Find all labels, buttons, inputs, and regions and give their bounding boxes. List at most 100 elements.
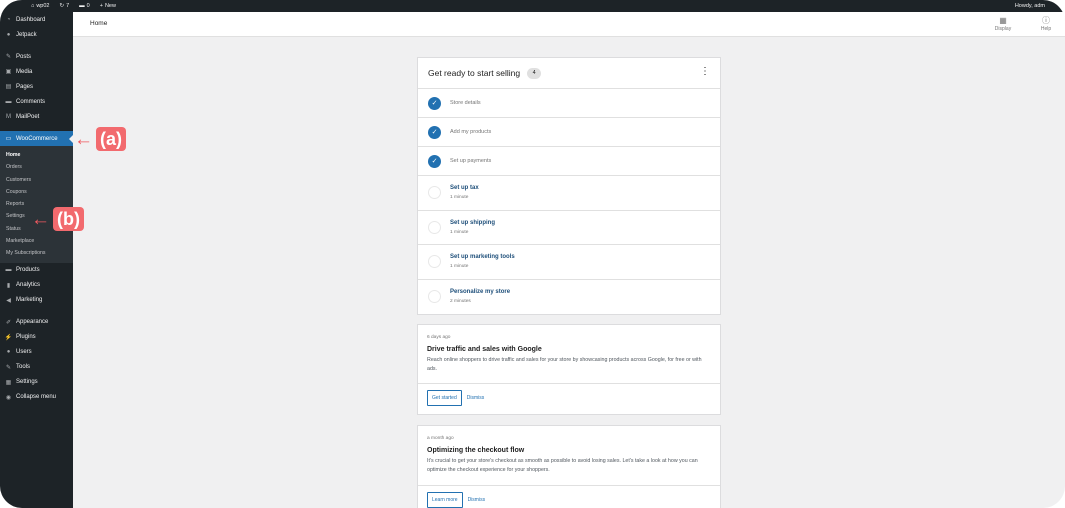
empty-circle-icon: [428, 255, 441, 269]
comments-link[interactable]: ▬ 0: [74, 3, 95, 9]
task-item-store-details[interactable]: ✓ Store details: [418, 89, 720, 118]
empty-circle-icon: [428, 220, 441, 234]
sidebar-item-tools[interactable]: ✎ Tools: [0, 360, 73, 375]
annotation-label: (b): [53, 207, 84, 231]
submenu-item-marketplace[interactable]: Marketplace: [0, 235, 73, 247]
note-body: It's crucial to get your store's checkou…: [427, 458, 698, 473]
display-button[interactable]: ▦ Display: [990, 16, 1016, 32]
site-name-link[interactable]: ⌂ wp02: [26, 3, 54, 9]
sidebar-item-marketing[interactable]: ◀ Marketing: [0, 293, 73, 308]
sidebar-item-plugins[interactable]: ⚡ Plugins: [0, 330, 73, 345]
sidebar-item-users[interactable]: ● Users: [0, 345, 73, 360]
comment-icon: ▬: [79, 3, 85, 9]
task-item-set-up-payments[interactable]: ✓ Set up payments: [418, 147, 720, 176]
note-actions: Learn more Dismiss: [418, 485, 720, 508]
products-icon: ▬: [5, 267, 12, 274]
note-title: Drive traffic and sales with Google: [427, 346, 542, 353]
note-date: a month ago: [427, 436, 454, 441]
sidebar-item-comments[interactable]: ▬ Comments: [0, 94, 73, 109]
sidebar-item-media[interactable]: ▣ Media: [0, 64, 73, 79]
submenu-item-my-subscriptions[interactable]: My Subscriptions: [0, 247, 73, 259]
refresh-icon: ↻: [59, 3, 65, 9]
help-icon: ⓘ: [1042, 16, 1050, 25]
pin-icon: ✎: [5, 54, 12, 60]
task-item-set-up-shipping[interactable]: Set up shipping 1 minute: [418, 211, 720, 245]
task-label: Add my products: [450, 129, 492, 135]
annotation-a: ← (a): [74, 127, 126, 151]
task-time: 1 minute: [450, 195, 469, 201]
sidebar-item-mailpoet[interactable]: M MailPoet: [0, 109, 73, 124]
note-body: Reach online shoppers to drive traffic a…: [427, 357, 702, 372]
submenu-item-orders[interactable]: Orders: [0, 161, 73, 173]
sidebar-item-collapse-menu[interactable]: ◉ Collapse menu: [0, 390, 73, 405]
submenu-item-home[interactable]: Home: [0, 149, 73, 161]
users-icon: ●: [6, 349, 11, 356]
sidebar-item-woocommerce[interactable]: ▭ WooCommerce: [0, 131, 73, 146]
new-content-link[interactable]: + New: [95, 3, 121, 9]
plugin-icon: ⚡: [4, 334, 13, 341]
task-time: 1 minute: [450, 229, 469, 235]
sidebar-item-settings[interactable]: ▦ Settings: [0, 375, 73, 390]
submenu-item-customers[interactable]: Customers: [0, 174, 73, 186]
woocommerce-icon: ▭: [5, 136, 12, 142]
collapse-icon: ◉: [5, 394, 12, 401]
task-list-header: Get ready to start selling 4 ⋮: [418, 58, 720, 89]
admin-bar: ⌂ wp02 ↻ 7 ▬ 0 + New Howdy, adm: [0, 0, 1065, 12]
task-time: 1 minute: [450, 264, 469, 270]
sidebar-item-jetpack[interactable]: ● Jetpack: [0, 27, 73, 42]
wrench-icon: ✎: [5, 364, 12, 371]
left-arrow-icon: ←: [74, 128, 93, 150]
task-item-personalize-my-store[interactable]: Personalize my store 2 minutes: [418, 280, 720, 315]
checkmark-icon: ✓: [428, 154, 441, 168]
annotation-label: (a): [96, 127, 126, 151]
admin-sidebar: ◔ Dashboard ● Jetpack ✎ Posts ▣ Media ▤ Pages ▬ Co…: [0, 12, 73, 508]
screenshot-frame: ⌂ wp02 ↻ 7 ▬ 0 + New Howdy, adm ◔ Dashboard ● J…: [0, 0, 1065, 508]
megaphone-icon: ◀: [6, 297, 11, 304]
task-label: Set up tax: [450, 185, 479, 192]
checkmark-icon: ✓: [428, 96, 441, 110]
page-title: Home: [90, 20, 108, 27]
note-actions: Get started Dismiss: [418, 383, 720, 412]
woocommerce-submenu: Home Orders Customers Coupons Reports Setting…: [0, 146, 73, 263]
mailpoet-icon: M: [6, 113, 11, 120]
left-arrow-icon: ←: [31, 208, 50, 230]
checkmark-icon: ✓: [428, 125, 441, 139]
howdy-account-link[interactable]: Howdy, adm: [1010, 3, 1065, 9]
inbox-note-checkout: a month ago Optimizing the checkout flow…: [417, 425, 721, 508]
comment-icon: ▬: [5, 98, 12, 105]
sidebar-item-posts[interactable]: ✎ Posts: [0, 49, 73, 64]
updates-link[interactable]: ↻ 7: [54, 3, 74, 9]
more-options-icon[interactable]: ⋮: [700, 67, 710, 77]
sidebar-item-products[interactable]: ▬ Products: [0, 263, 73, 278]
task-item-set-up-marketing-tools[interactable]: Set up marketing tools 1 minute: [418, 245, 720, 280]
paintbrush-icon: ✐: [5, 319, 12, 326]
dismiss-button[interactable]: Dismiss: [467, 395, 485, 401]
dashboard-icon: ◔: [6, 16, 11, 23]
help-button[interactable]: ⓘ Help: [1033, 16, 1059, 32]
task-label: Store details: [450, 100, 481, 106]
sidebar-item-appearance[interactable]: ✐ Appearance: [0, 315, 73, 330]
task-list-title: Get ready to start selling: [428, 68, 521, 78]
pages-icon: ▤: [5, 84, 12, 90]
sidebar-item-analytics[interactable]: ▮ Analytics: [0, 278, 73, 293]
dismiss-button[interactable]: Dismiss: [468, 497, 486, 503]
media-icon: ▣: [5, 69, 12, 75]
task-label: Set up marketing tools: [450, 254, 515, 261]
task-count-badge: 4: [527, 67, 542, 79]
learn-more-button[interactable]: Learn more: [427, 492, 463, 508]
task-label: Personalize my store: [450, 289, 511, 296]
sidebar-item-dashboard[interactable]: ◔ Dashboard: [0, 12, 73, 27]
empty-circle-icon: [428, 186, 441, 200]
task-label: Set up payments: [450, 158, 492, 164]
layout-icon: ▦: [999, 16, 1007, 25]
analytics-icon: ▮: [6, 282, 11, 289]
sidebar-item-pages[interactable]: ▤ Pages: [0, 79, 73, 94]
home-icon: ⌂: [31, 3, 35, 9]
task-item-set-up-tax[interactable]: Set up tax 1 minute: [418, 176, 720, 211]
task-label: Set up shipping: [450, 219, 495, 226]
submenu-item-coupons[interactable]: Coupons: [0, 186, 73, 198]
page-header: Home ▦ Display ⓘ Help: [73, 12, 1065, 37]
get-started-button[interactable]: Get started: [427, 390, 462, 406]
note-title: Optimizing the checkout flow: [427, 447, 525, 454]
task-item-add-my-products[interactable]: ✓ Add my products: [418, 118, 720, 147]
